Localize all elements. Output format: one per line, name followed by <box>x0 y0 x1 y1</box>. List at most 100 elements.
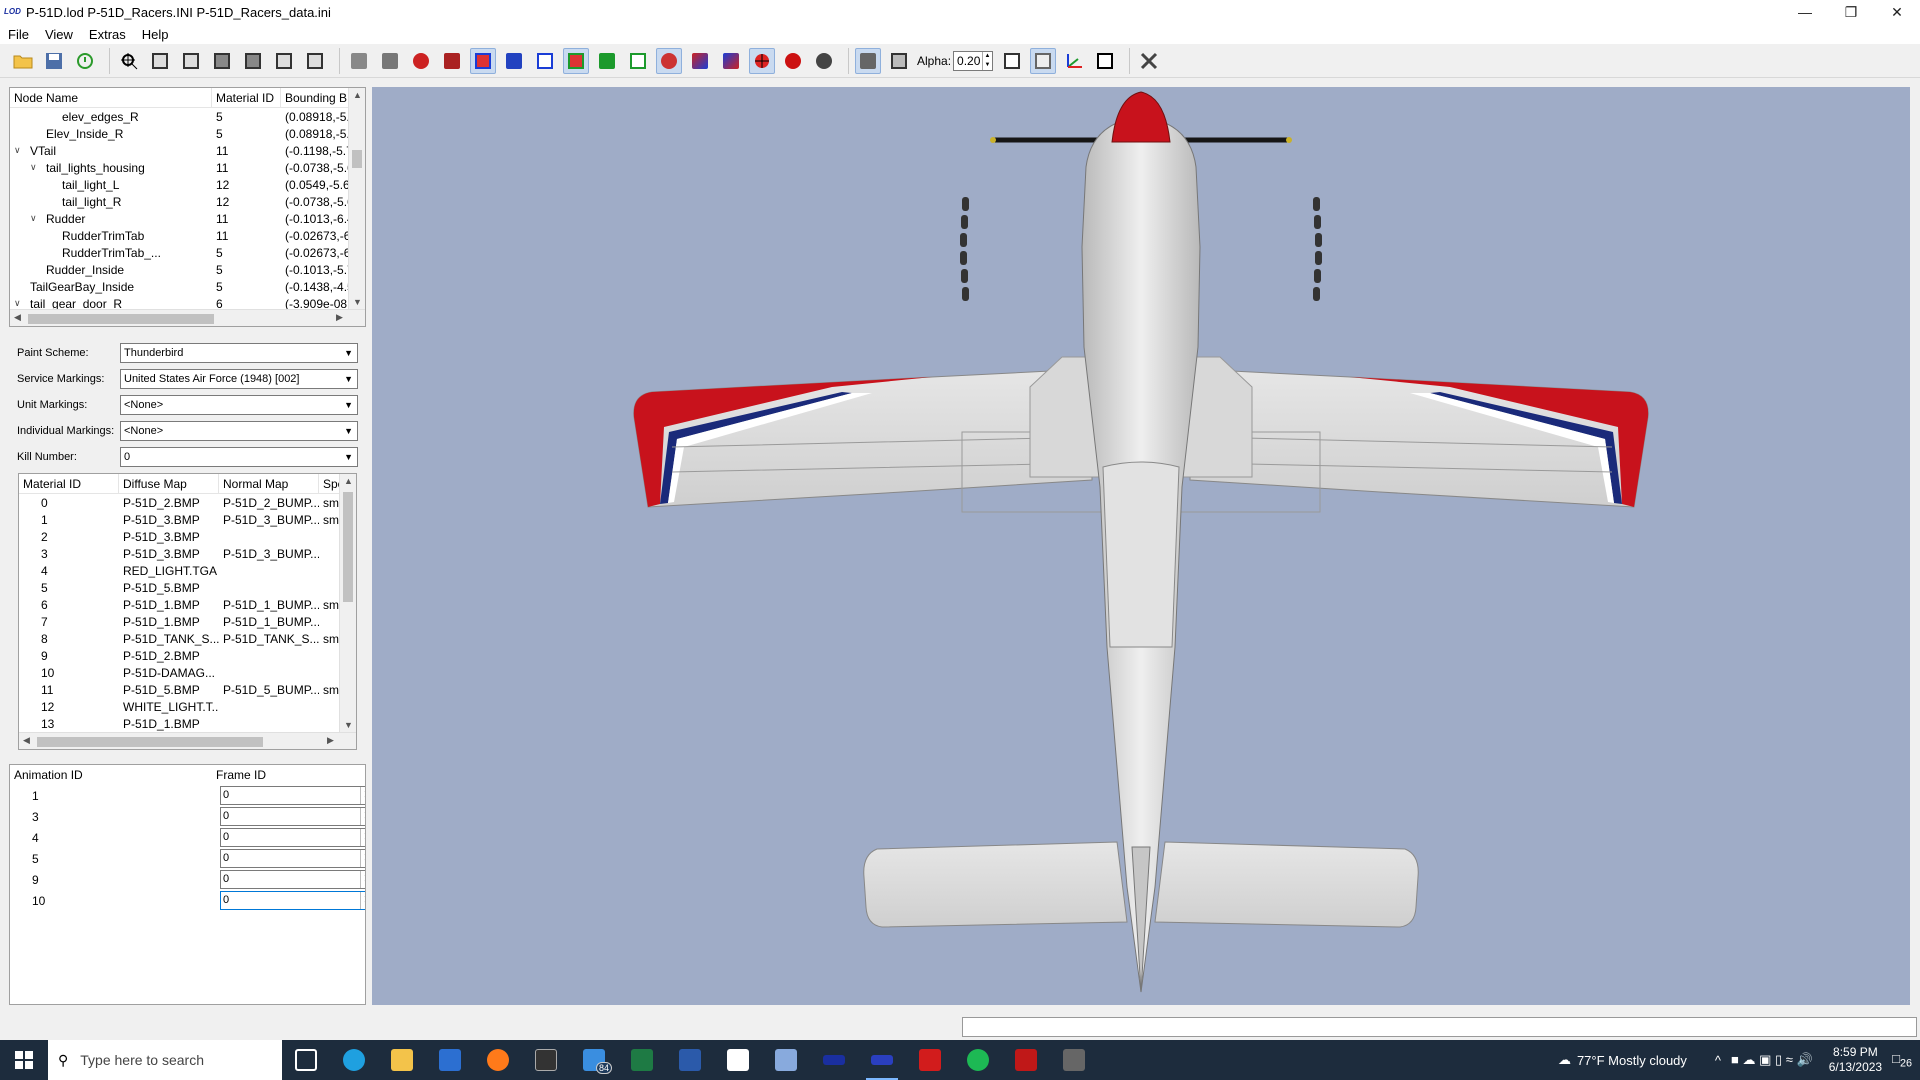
column-header[interactable]: Material ID <box>19 474 119 494</box>
frame-id-input[interactable]: 0▲▼ <box>220 849 365 868</box>
file-explorer-icon[interactable] <box>378 1040 426 1080</box>
7zip-icon[interactable] <box>714 1040 762 1080</box>
close-button[interactable]: ✕ <box>1874 0 1920 24</box>
normals-button[interactable] <box>1030 47 1057 74</box>
save-button[interactable] <box>41 48 67 74</box>
tree-row[interactable]: RudderTrimTab 11 (-0.02673,-6. <box>10 227 365 244</box>
weather-text[interactable]: 77°F Mostly cloudy <box>1577 1053 1687 1068</box>
menu-extras[interactable]: Extras <box>81 27 134 42</box>
alpha-input[interactable]: 0.20 ▲ ▼ <box>953 50 994 71</box>
clock[interactable]: 8:59 PM 6/13/2023 <box>1829 1045 1882 1075</box>
material-row[interactable]: 3 P-51D_3.BMP P-51D_3_BUMP.... <box>19 545 356 562</box>
minimize-button[interactable]: — <box>1782 0 1828 24</box>
wire-green-button[interactable] <box>563 47 589 74</box>
expand-toggle-icon[interactable]: ∨ <box>14 145 30 156</box>
outline-green-button[interactable] <box>625 48 651 74</box>
firefox-icon[interactable] <box>474 1040 522 1080</box>
open-folder-button[interactable] <box>10 48 36 74</box>
lod-viewer-icon[interactable] <box>810 1040 858 1080</box>
wire-blue-button[interactable] <box>470 47 496 74</box>
paint-scheme-select[interactable]: Thunderbird ▼ <box>120 343 358 363</box>
game-icon[interactable] <box>1050 1040 1098 1080</box>
expand-toggle-icon[interactable]: ∨ <box>30 213 46 224</box>
material-row[interactable]: 7 P-51D_1.BMP P-51D_1_BUMP.... <box>19 613 356 630</box>
shade-red-box-button[interactable] <box>439 48 465 74</box>
material-row[interactable]: 4 RED_LIGHT.TGA <box>19 562 356 579</box>
tree-row[interactable]: elev_edges_R 5 (0.08918,-5.7 <box>10 108 365 125</box>
frame-id-input[interactable]: 0▲▼ <box>220 786 365 805</box>
tree-row[interactable]: ∨ tail_lights_housing 11 (-0.0738,-5.6 <box>10 159 365 176</box>
cube-outline-icon[interactable] <box>1092 48 1118 74</box>
notifications-icon[interactable]: □26 <box>1892 1051 1912 1070</box>
frame-id-input[interactable]: 0▲▼ <box>220 828 365 847</box>
alpha-spinner[interactable]: ▲ ▼ <box>982 51 992 70</box>
material-row[interactable]: 1 P-51D_3.BMP P-51D_3_BUMP.... sm <box>19 511 356 528</box>
view-front-button[interactable] <box>147 48 173 74</box>
tree-row[interactable]: RudderTrimTab_... 5 (-0.02673,-6. <box>10 244 365 261</box>
material-row[interactable]: 5 P-51D_5.BMP <box>19 579 356 596</box>
tree-row[interactable]: tail_light_L 12 (0.0549,-5.62 <box>10 176 365 193</box>
kill-number-select[interactable]: 0 ▼ <box>120 447 358 467</box>
frame-id-spinner[interactable]: ▲▼ <box>360 787 365 804</box>
lod-viewer-active-icon[interactable] <box>858 1040 906 1080</box>
texture-blue-button[interactable] <box>718 48 744 74</box>
mail-icon[interactable]: 84 <box>570 1040 618 1080</box>
search-input[interactable]: ⚲ Type here to search <box>48 1040 282 1080</box>
individual-markings-select[interactable]: <None> ▼ <box>120 421 358 441</box>
column-header[interactable]: Bounding B <box>281 88 349 108</box>
frame-id-spinner[interactable]: ▲▼ <box>360 892 365 909</box>
excel-icon[interactable] <box>618 1040 666 1080</box>
material-row[interactable]: 0 P-51D_2.BMP P-51D_2_BUMP.... sm <box>19 494 356 511</box>
solid-blue-button[interactable] <box>501 48 527 74</box>
shade-dark-button[interactable] <box>377 48 403 74</box>
material-row[interactable]: 11 P-51D_5.BMP P-51D_5_BUMP.... sm <box>19 681 356 698</box>
column-header[interactable]: Animation ID <box>10 765 212 785</box>
frame-id-spinner[interactable]: ▲▼ <box>360 850 365 867</box>
start-button[interactable] <box>0 1040 48 1080</box>
gear-bug-icon[interactable] <box>811 48 837 74</box>
notion-icon[interactable] <box>522 1040 570 1080</box>
store-icon[interactable] <box>426 1040 474 1080</box>
box-transparent-button[interactable] <box>886 48 912 74</box>
material-row[interactable]: 6 P-51D_1.BMP P-51D_1_BUMP.... sm <box>19 596 356 613</box>
menu-view[interactable]: View <box>37 27 81 42</box>
mcafee-icon[interactable] <box>1002 1040 1050 1080</box>
column-header[interactable]: Normal Map <box>219 474 319 494</box>
task-view-icon[interactable] <box>282 1040 330 1080</box>
column-header[interactable]: Material ID <box>212 88 281 108</box>
edge-icon[interactable] <box>330 1040 378 1080</box>
texture-red-button[interactable] <box>656 47 682 74</box>
node-tree-hscroll[interactable]: ◀ ▶ <box>10 309 365 326</box>
expand-toggle-icon[interactable]: ∨ <box>30 162 46 173</box>
materials-vscroll[interactable]: ▲ ▼ <box>339 474 356 732</box>
menu-file[interactable]: File <box>0 27 37 42</box>
view-back-button[interactable] <box>178 48 204 74</box>
frame-id-spinner[interactable]: ▲▼ <box>360 808 365 825</box>
restore-button[interactable]: ❐ <box>1828 0 1874 24</box>
solid-green-button[interactable] <box>594 48 620 74</box>
3d-viewport[interactable] <box>372 87 1910 1005</box>
bounding-box-button[interactable] <box>999 48 1025 74</box>
shade-gray-button[interactable] <box>346 48 372 74</box>
target-icon[interactable] <box>749 47 775 74</box>
material-row[interactable]: 13 P-51D_1.BMP <box>19 715 356 732</box>
box-solid-button[interactable] <box>855 47 881 74</box>
column-header[interactable]: Node Name <box>10 88 212 108</box>
tree-row[interactable]: TailGearBay_Inside 5 (-0.1438,-4.5 <box>10 278 365 295</box>
view-top-button[interactable] <box>209 48 235 74</box>
word-icon[interactable] <box>666 1040 714 1080</box>
material-row[interactable]: 2 P-51D_3.BMP <box>19 528 356 545</box>
material-row[interactable]: 8 P-51D_TANK_S... P-51D_TANK_S... sm <box>19 630 356 647</box>
materials-hscroll[interactable]: ◀ ▶ <box>19 732 356 749</box>
material-row[interactable]: 10 P-51D-DAMAG... <box>19 664 356 681</box>
frame-id-spinner[interactable]: ▲▼ <box>360 871 365 888</box>
frame-id-input[interactable]: 0▲▼ <box>220 891 365 910</box>
chevron-up-icon[interactable]: ^ <box>1715 1053 1721 1068</box>
axes-icon[interactable] <box>1061 48 1087 74</box>
column-header[interactable]: Diffuse Map <box>119 474 219 494</box>
shade-red-button[interactable] <box>408 48 434 74</box>
spotify-icon[interactable] <box>954 1040 1002 1080</box>
tools-icon[interactable] <box>1136 48 1162 74</box>
view-left-button[interactable] <box>271 48 297 74</box>
tree-row[interactable]: Rudder_Inside 5 (-0.1013,-5.7 <box>10 261 365 278</box>
